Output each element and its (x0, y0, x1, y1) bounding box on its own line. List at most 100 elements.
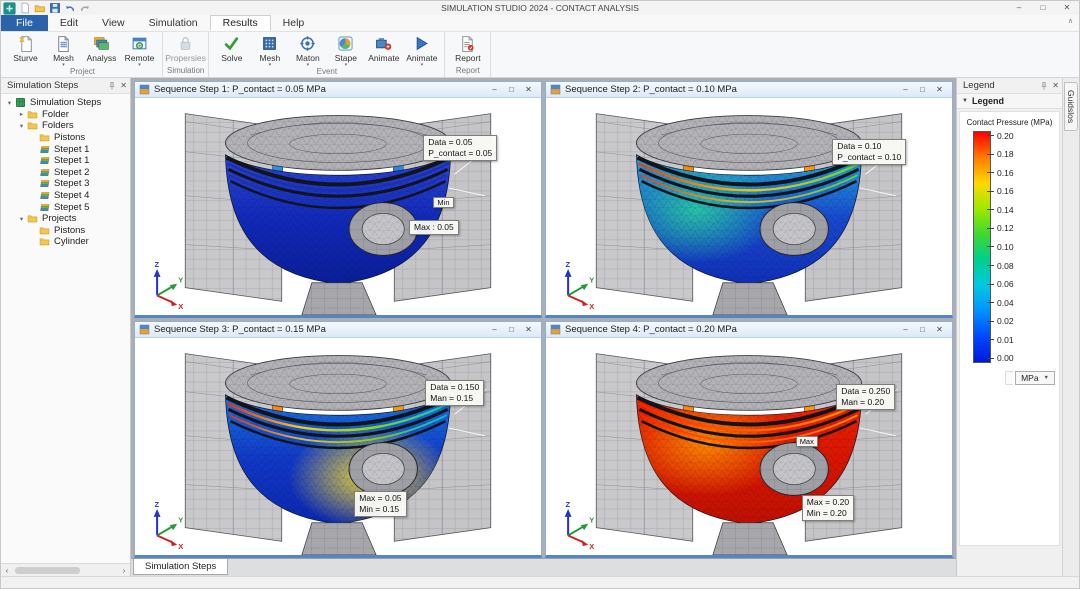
viewport-canvas[interactable]: Z Y X Data = 0.05 P_contact = 0.05 Min M… (135, 98, 541, 315)
ribbon-animate-button[interactable]: Animate (365, 33, 402, 63)
tree-item-stepet-2[interactable]: Stepet 2 (1, 167, 130, 179)
menu-results[interactable]: Results (209, 15, 271, 31)
viewport-canvas[interactable]: Z Y X Data = 0.250 Man = 0.20 Max Max = … (546, 338, 952, 555)
tree-item-stepet-3[interactable]: Stepet 3 (1, 178, 130, 190)
scrollbar-track[interactable] (13, 566, 118, 575)
scroll-left-arrow[interactable]: ‹ (1, 566, 13, 575)
tick-value: 0.06 (997, 279, 1014, 290)
tree-item-cylinder[interactable]: Cylinder (1, 236, 130, 248)
tab-simulation-steps[interactable]: Simulation Steps (133, 559, 229, 575)
viewport-canvas[interactable]: Z Y X Data = 0.150 Man = 0.15 Max = 0.05… (135, 338, 541, 555)
check-icon (223, 35, 240, 52)
tree-item-label: Stepet 1 (54, 155, 90, 167)
colorbar-tick: 0.08 (987, 261, 1014, 271)
ribbon-mesh-button[interactable]: Mesh ▾ (45, 33, 82, 68)
tree-item-pistons[interactable]: Pistons (1, 225, 130, 237)
unit-value: MPa (1021, 373, 1039, 383)
ribbon-analyss-button[interactable]: Analyss (83, 33, 120, 63)
collapsed-panel-tab[interactable]: Guidslos (1064, 82, 1078, 132)
ribbon-report-button[interactable]: Report (449, 33, 486, 63)
tick-value: 0.10 (997, 241, 1014, 252)
menu-file[interactable]: File (1, 15, 48, 31)
folder-icon (26, 109, 39, 120)
ribbon-collapse-icon[interactable]: ∧ (1068, 17, 1073, 25)
quick-access-toolbar (1, 1, 91, 15)
close-icon[interactable]: ✕ (120, 81, 127, 90)
tree-item-stepet-5[interactable]: Stepet 5 (1, 201, 130, 213)
menu-edit[interactable]: Edit (48, 15, 90, 31)
viewport-maximize-button[interactable]: □ (503, 85, 520, 94)
colorbar-tick: 0.12 (987, 223, 1014, 233)
viewport-minimize-button[interactable]: – (897, 85, 914, 94)
viewport-titlebar[interactable]: Sequence Step 3: P_contact = 0.15 MPa – … (135, 322, 541, 338)
tree-hscrollbar[interactable]: ‹ › (1, 563, 130, 576)
scroll-right-arrow[interactable]: › (118, 566, 130, 575)
viewport-maximize-button[interactable]: □ (914, 325, 931, 334)
piston-3d-scene: Z Y X (546, 338, 952, 555)
colorbar-tick: 0.04 (987, 298, 1014, 308)
viewport-maximize-button[interactable]: □ (914, 85, 931, 94)
viewport-minimize-button[interactable]: – (897, 325, 914, 334)
undo-icon[interactable] (64, 2, 76, 14)
viewport-titlebar[interactable]: Sequence Step 4: P_contact = 0.20 MPa – … (546, 322, 952, 338)
scrollbar-thumb[interactable] (15, 566, 81, 574)
pinwheel-icon (337, 35, 354, 52)
viewport-titlebar[interactable]: Sequence Step 2: P_contact = 0.10 MPa – … (546, 82, 952, 98)
unit-stub (1005, 371, 1014, 385)
tree-item-projects[interactable]: ▾ Projects (1, 213, 130, 225)
svg-text:Z: Z (565, 260, 570, 269)
ribbon-stape-button[interactable]: Stape ▾ (327, 33, 364, 68)
menu-help[interactable]: Help (271, 15, 317, 31)
app-window: SIMULATION STUDIO 2024 - CONTACT ANALYSI… (0, 0, 1080, 589)
tree-item-folders[interactable]: ▾ Folders (1, 120, 130, 132)
viewport-close-button[interactable]: ✕ (931, 325, 948, 334)
ribbon-remote-button[interactable]: Remote ▾ (121, 33, 158, 68)
viewport-titlebar[interactable]: Sequence Step 1: P_contact = 0.05 MPa – … (135, 82, 541, 98)
legend-section-header[interactable]: ▼ Legend (957, 94, 1062, 109)
tree-item-folder[interactable]: ▸ Folder (1, 109, 130, 121)
tree-item-stepet-4[interactable]: Stepet 4 (1, 190, 130, 202)
tree-item-stepet-1[interactable]: Stepet 1 (1, 143, 130, 155)
viewport-close-button[interactable]: ✕ (931, 85, 948, 94)
ribbon-animate-button[interactable]: Animate ▾ (403, 33, 440, 68)
ribbon-mesh-button[interactable]: Mesh ▾ (251, 33, 288, 68)
close-button[interactable]: ✕ (1055, 1, 1079, 15)
tree-item-label: Stepet 2 (54, 166, 90, 178)
colorbar-tick: 0.10 (987, 241, 1014, 252)
close-icon[interactable]: ✕ (1052, 81, 1059, 90)
button-label: Report (455, 53, 481, 63)
viewport-minimize-button[interactable]: – (486, 85, 503, 94)
tree-item-pistons[interactable]: Pistons (1, 132, 130, 144)
tree-expander-icon[interactable]: ▾ (5, 99, 14, 107)
tree-expander-icon[interactable]: ▸ (17, 110, 26, 118)
viewport-close-button[interactable]: ✕ (520, 325, 537, 334)
ribbon-solve-button[interactable]: Solve (213, 33, 250, 63)
tree-item-label: Stepet 4 (54, 190, 90, 202)
minimize-button[interactable]: – (1007, 1, 1031, 15)
save-icon[interactable] (49, 2, 61, 14)
menu-simulation[interactable]: Simulation (137, 15, 210, 31)
unit-dropdown[interactable]: MPa ▼ (1015, 371, 1055, 385)
tree-expander-icon[interactable]: ▾ (17, 122, 26, 130)
ribbon-maton-button[interactable]: Maton ▾ (289, 33, 326, 68)
tree-item-stepet-1[interactable]: Stepet 1 (1, 155, 130, 167)
viewport-canvas[interactable]: Z Y X Data = 0.10 P_contact = 0.10 (546, 98, 952, 315)
viewport-minimize-button[interactable]: – (486, 325, 503, 334)
pin-icon[interactable] (107, 81, 117, 91)
titlebar: SIMULATION STUDIO 2024 - CONTACT ANALYSI… (1, 1, 1079, 15)
maximize-button[interactable]: □ (1031, 1, 1055, 15)
viewport-maximize-button[interactable]: □ (503, 325, 520, 334)
menu-view[interactable]: View (90, 15, 137, 31)
tick-mark (987, 135, 994, 136)
svg-text:X: X (589, 542, 594, 551)
viewport-close-button[interactable]: ✕ (520, 85, 537, 94)
annotation-min-label: Min (433, 196, 454, 209)
new-icon[interactable] (19, 2, 31, 14)
ribbon-sturve-button[interactable]: Sturve (7, 33, 44, 63)
pin-icon[interactable] (1039, 81, 1049, 91)
open-icon[interactable] (34, 2, 46, 14)
tree-expander-icon[interactable]: ▾ (17, 215, 26, 223)
viewport-window-step3: Sequence Step 3: P_contact = 0.15 MPa – … (134, 321, 542, 558)
tree-item-simulation-steps[interactable]: ▾ Simulation Steps (1, 97, 130, 109)
redo-icon[interactable] (79, 2, 91, 14)
